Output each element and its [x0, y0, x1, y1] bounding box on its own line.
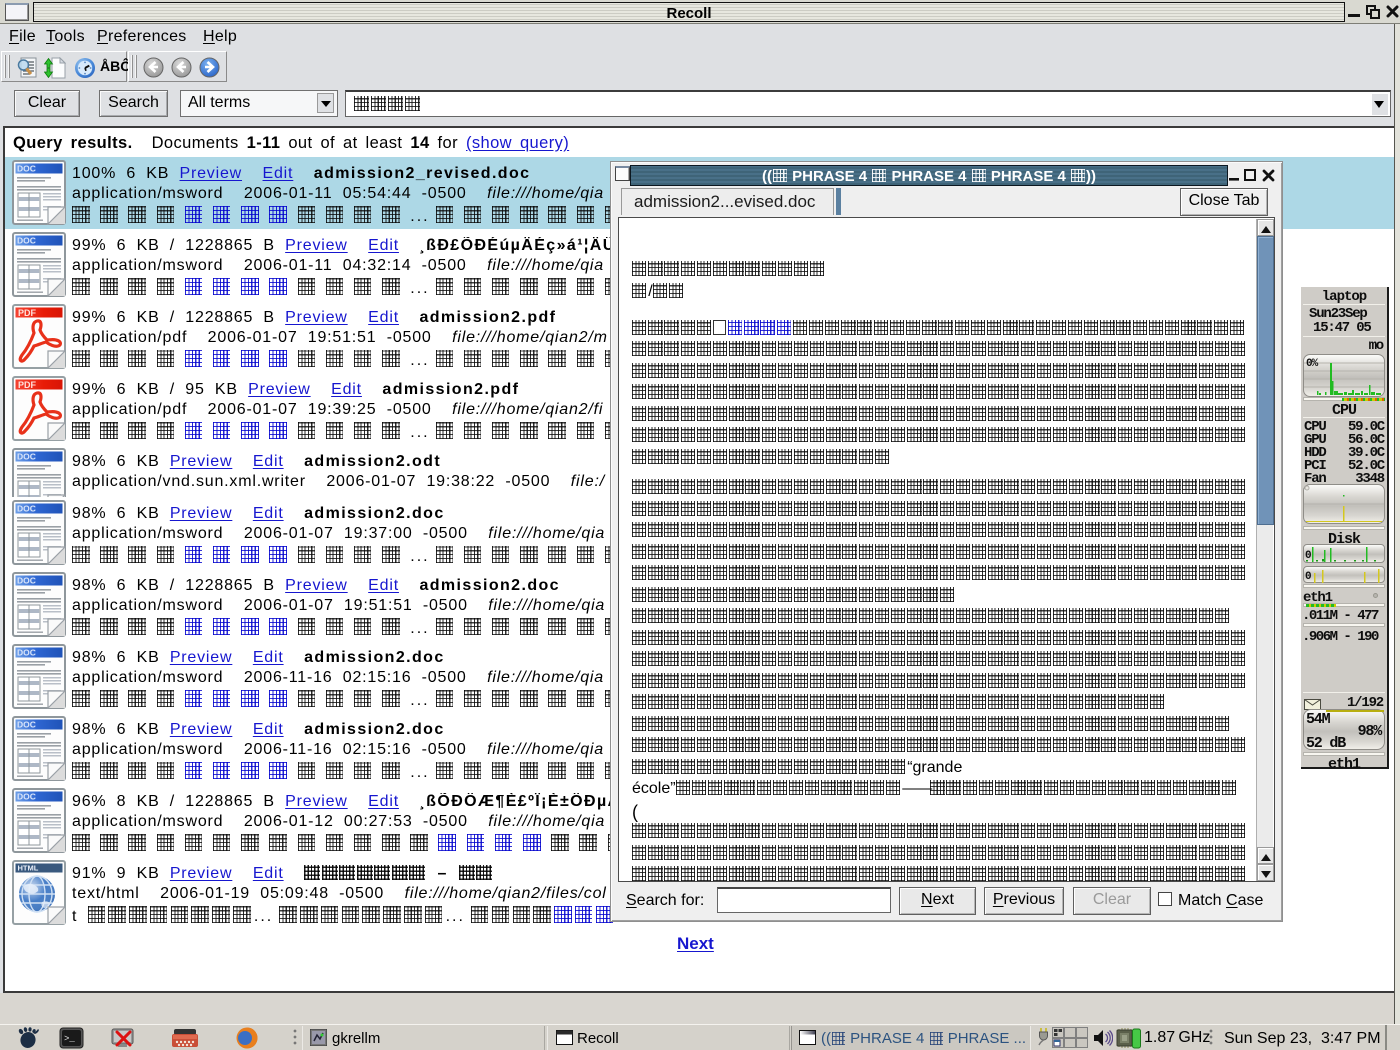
svg-text:DOC: DOC	[17, 575, 36, 585]
svg-text:0%: 0%	[1306, 358, 1319, 370]
svg-text:DOC: DOC	[17, 503, 36, 513]
svg-text:0: 0	[1305, 550, 1312, 562]
svg-text:DOC: DOC	[17, 791, 36, 801]
svg-text:DOC: DOC	[17, 719, 36, 729]
svg-text:HTML: HTML	[18, 863, 39, 872]
svg-text:PDF: PDF	[18, 308, 37, 318]
svg-text:DOC: DOC	[17, 451, 36, 461]
svg-text:DOC: DOC	[17, 647, 36, 657]
svg-text:DOC: DOC	[17, 235, 36, 245]
svg-text:PDF: PDF	[18, 380, 37, 390]
svg-text:DOC: DOC	[17, 163, 36, 173]
svg-text:>_: >_	[64, 1034, 75, 1044]
svg-text:0: 0	[1305, 571, 1312, 583]
